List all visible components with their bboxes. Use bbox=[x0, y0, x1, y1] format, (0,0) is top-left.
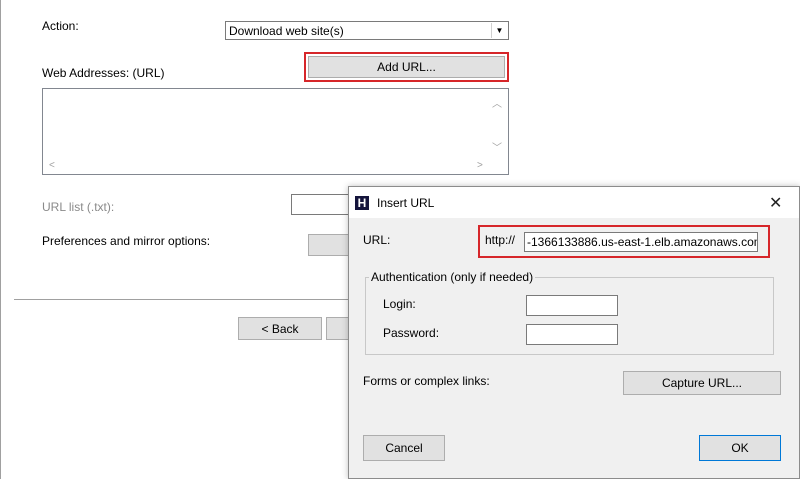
divider-line bbox=[14, 299, 350, 300]
web-addresses-label: Web Addresses: (URL) bbox=[42, 66, 165, 80]
forms-label: Forms or complex links: bbox=[363, 374, 490, 388]
chevron-down-icon[interactable]: ▼ bbox=[491, 23, 507, 38]
window-left-border bbox=[0, 0, 1, 479]
password-field[interactable] bbox=[526, 324, 618, 345]
url-list-field[interactable] bbox=[291, 194, 351, 215]
back-button[interactable]: < Back bbox=[238, 317, 322, 340]
login-label: Login: bbox=[383, 297, 416, 311]
dialog-titlebar: H Insert URL ✕ bbox=[349, 187, 799, 218]
insert-url-dialog: H Insert URL ✕ URL: http:// -1366133886.… bbox=[348, 186, 800, 479]
cancel-button[interactable]: Cancel bbox=[363, 435, 445, 461]
scroll-left-icon[interactable]: < bbox=[49, 160, 55, 171]
add-url-button[interactable]: Add URL... bbox=[308, 56, 505, 78]
ok-button[interactable]: OK bbox=[699, 435, 781, 461]
url-list-label: URL list (.txt): bbox=[42, 200, 115, 214]
url-input[interactable]: -1366133886.us-east-1.elb.amazonaws.com bbox=[524, 232, 758, 252]
set-options-button[interactable] bbox=[308, 234, 350, 256]
auth-group-label: Authentication (only if needed) bbox=[369, 270, 536, 284]
url-label: URL: bbox=[363, 233, 391, 247]
scroll-right-icon[interactable]: > bbox=[477, 160, 483, 171]
password-label: Password: bbox=[383, 326, 440, 340]
next-button[interactable] bbox=[326, 317, 350, 340]
app-icon: H bbox=[355, 196, 369, 210]
url-listbox[interactable]: ︿ ﹀ < > bbox=[42, 88, 509, 175]
action-select[interactable]: Download web site(s) ▼ bbox=[225, 21, 509, 40]
cancel-label: Cancel bbox=[385, 441, 423, 455]
action-select-value: Download web site(s) bbox=[229, 24, 344, 38]
preferences-label: Preferences and mirror options: bbox=[42, 234, 211, 248]
action-label: Action: bbox=[42, 19, 79, 33]
add-url-label: Add URL... bbox=[377, 60, 436, 74]
ok-label: OK bbox=[731, 441, 749, 455]
url-input-value: -1366133886.us-east-1.elb.amazonaws.com bbox=[527, 235, 758, 249]
url-prefix: http:// bbox=[485, 233, 516, 247]
dialog-title: Insert URL bbox=[377, 196, 435, 210]
capture-url-label: Capture URL... bbox=[661, 376, 743, 390]
login-field[interactable] bbox=[526, 295, 618, 316]
scroll-up-icon[interactable]: ︿ bbox=[492, 95, 502, 110]
back-label: < Back bbox=[261, 321, 299, 336]
capture-url-button[interactable]: Capture URL... bbox=[623, 371, 781, 395]
scroll-down-icon[interactable]: ﹀ bbox=[492, 139, 502, 154]
close-icon[interactable]: ✕ bbox=[769, 193, 782, 213]
